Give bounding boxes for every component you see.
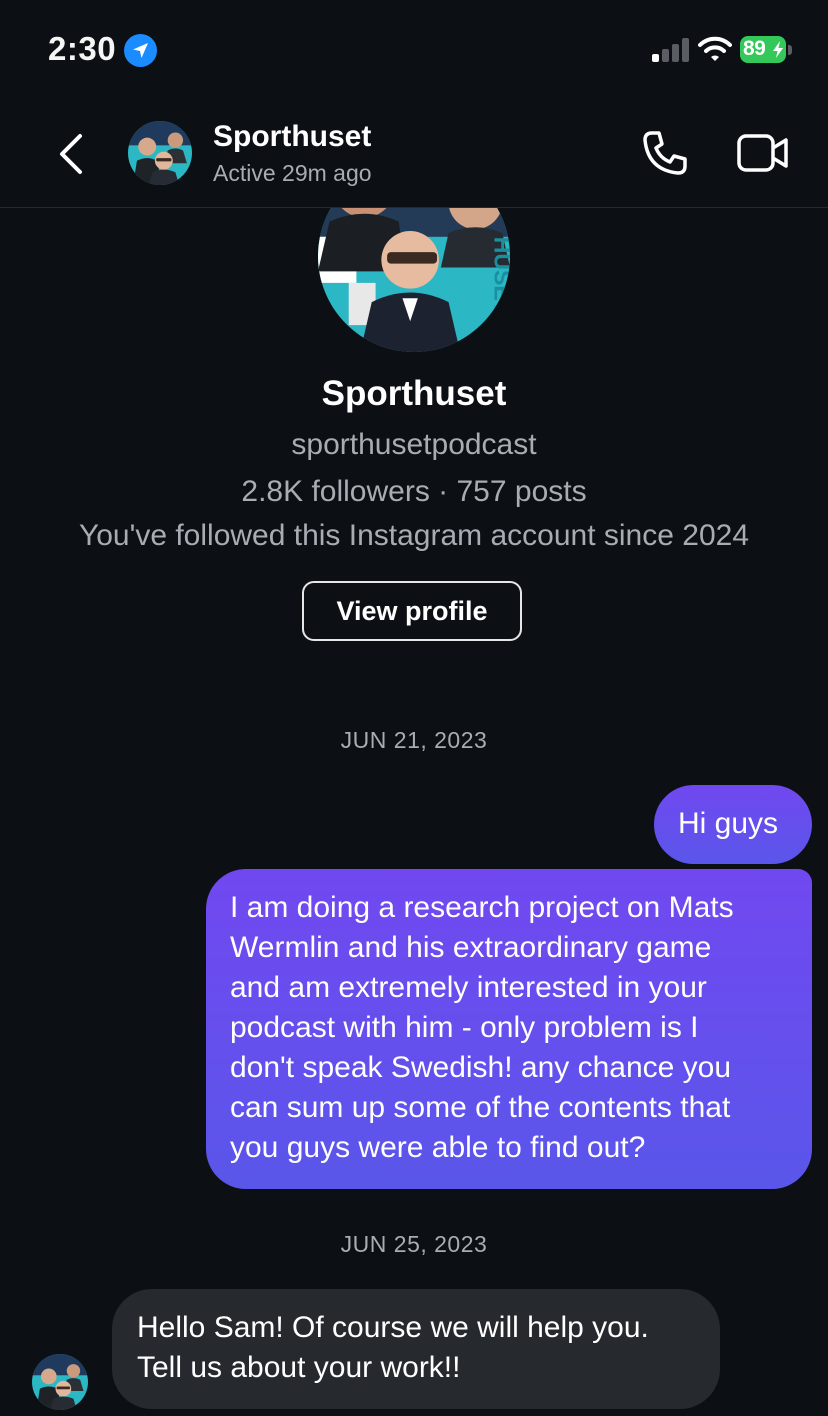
incoming-message[interactable]: Hello Sam! Of course we will help you. T… xyxy=(112,1289,720,1409)
profile-stats: 2.8K followers · 757 posts xyxy=(241,475,587,508)
avatar[interactable] xyxy=(32,1354,88,1410)
follow-since-note: You've followed this Instagram account s… xyxy=(78,519,750,552)
video-camera-icon xyxy=(737,134,788,172)
status-bar: 2:30 89 xyxy=(0,0,828,100)
chevron-left-icon xyxy=(60,134,82,174)
chat-header: Sporthuset Active 29m ago xyxy=(0,100,828,208)
podcast-logo-image xyxy=(32,1354,88,1410)
date-separator: JUN 25, 2023 xyxy=(340,1231,488,1257)
profile-username: sporthusetpodcast xyxy=(291,428,537,461)
svg-text:HUSET: HUSET xyxy=(490,237,510,315)
podcast-logo-image xyxy=(128,121,192,185)
active-status: Active 29m ago xyxy=(213,160,372,186)
outgoing-message[interactable]: Hi guys xyxy=(654,785,812,864)
video-call-button[interactable] xyxy=(736,130,790,176)
wifi-icon xyxy=(698,36,732,67)
view-profile-button[interactable]: View profile xyxy=(302,581,522,641)
avatar[interactable] xyxy=(128,121,192,185)
charging-bolt-icon xyxy=(773,41,783,58)
battery-level: 89 xyxy=(743,37,766,60)
cellular-signal-icon xyxy=(652,38,690,62)
date-separator: JUN 21, 2023 xyxy=(340,727,488,753)
audio-call-button[interactable] xyxy=(640,128,690,178)
outgoing-message[interactable]: I am doing a research project on Mats We… xyxy=(206,869,812,1189)
phone-icon xyxy=(643,131,687,175)
battery-icon: 89 xyxy=(740,36,792,63)
location-arrow-icon xyxy=(124,34,157,67)
status-time: 2:30 xyxy=(48,30,117,67)
profile-name: Sporthuset xyxy=(321,374,507,413)
back-button[interactable] xyxy=(52,130,92,178)
contact-name[interactable]: Sporthuset xyxy=(213,120,371,154)
